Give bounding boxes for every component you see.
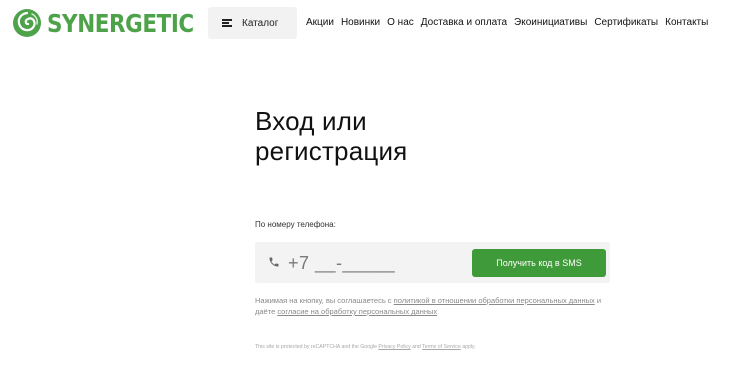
recaptcha-notice: This site is protected by reCAPTCHA and …: [255, 344, 476, 350]
nav-link-about[interactable]: О нас: [387, 17, 414, 28]
catalog-label: Каталог: [242, 17, 279, 29]
catalog-button[interactable]: Каталог: [208, 7, 297, 39]
nav-link-delivery[interactable]: Доставка и оплата: [421, 17, 507, 28]
title-line-2: регистрация: [255, 136, 408, 166]
page-title: Вход или регистрация: [255, 106, 515, 166]
phone-handset-icon: [269, 257, 279, 267]
get-sms-code-button[interactable]: Получить код в SMS: [472, 249, 606, 277]
nav-link-contacts[interactable]: Контакты: [665, 17, 708, 28]
privacy-policy-link[interactable]: политикой в отношении обработки персонал…: [394, 296, 595, 305]
consent-text: Нажимая на кнопку, вы соглашаетесь с пол…: [255, 295, 615, 317]
nav-link-promotions[interactable]: Акции: [306, 17, 334, 28]
nav-link-new[interactable]: Новинки: [341, 17, 380, 28]
google-terms-link[interactable]: Terms of Service: [422, 344, 461, 350]
recaptcha-suffix: apply.: [460, 344, 476, 350]
phone-label: По номеру телефона:: [255, 220, 336, 229]
main-nav: Акции Новинки О нас Доставка и оплата Эк…: [306, 17, 708, 28]
logo-text: SYNERGETIC: [47, 8, 194, 38]
nav-link-eco[interactable]: Экоинициативы: [514, 17, 587, 28]
recaptcha-and: and: [410, 344, 423, 350]
leaf-spiral-logo-icon: [13, 9, 41, 37]
nav-link-certificates[interactable]: Сертификаты: [594, 17, 658, 28]
google-privacy-link[interactable]: Privacy Policy: [378, 344, 410, 350]
title-line-1: Вход или: [255, 106, 367, 136]
phone-input[interactable]: [288, 250, 448, 276]
burger-menu-icon: [222, 19, 232, 27]
logo[interactable]: SYNERGETIC: [12, 8, 218, 38]
consent-prefix: Нажимая на кнопку, вы соглашаетесь с: [255, 296, 394, 305]
recaptcha-prefix: This site is protected by reCAPTCHA and …: [255, 344, 379, 350]
personal-data-consent-link[interactable]: согласие на обработку персональных данны…: [277, 307, 437, 316]
site-header: SYNERGETIC Каталог Акции Новинки О нас Д…: [0, 0, 752, 46]
